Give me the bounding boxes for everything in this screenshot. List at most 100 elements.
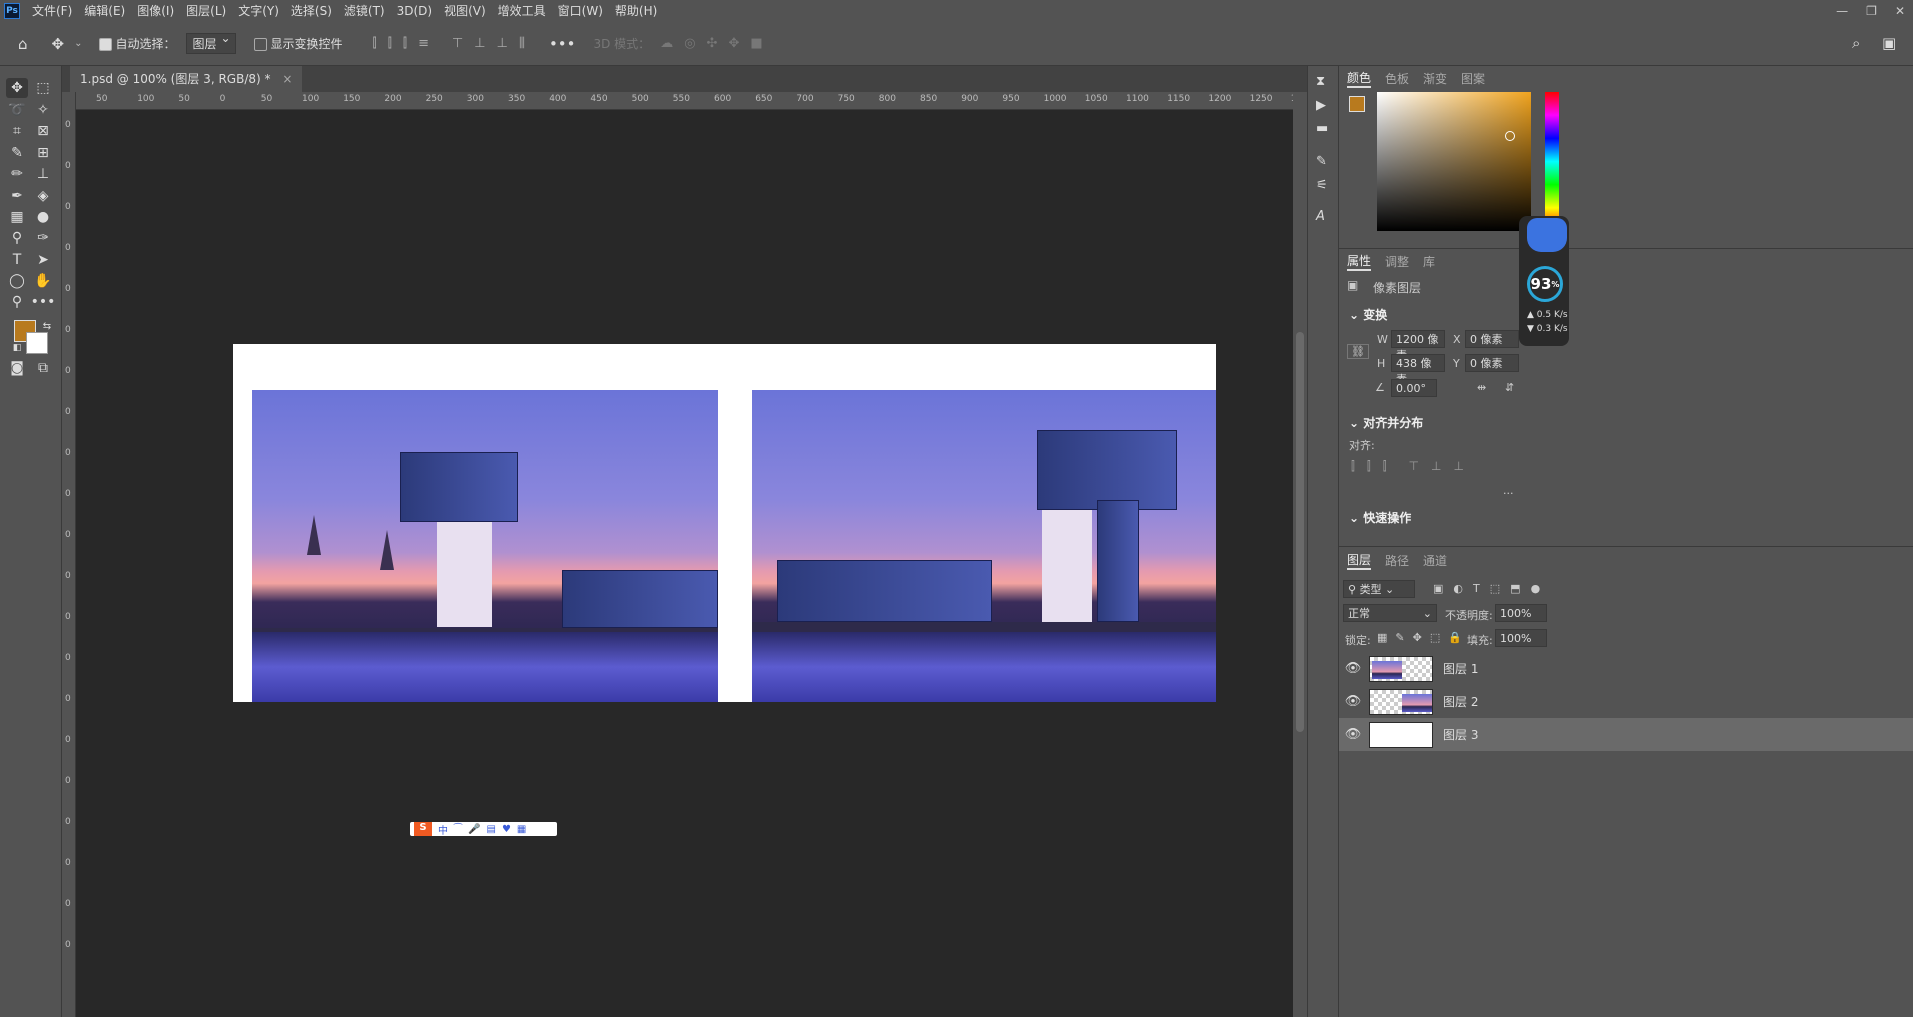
menu-item[interactable]: 滤镜(T) [338,0,391,22]
ime-toolbar[interactable]: S 中 ⁀ 🎤 ▤ ♥ ▦ [410,822,557,837]
tab-paths[interactable]: 路径 [1385,552,1409,569]
align-left-icon[interactable]: ⫿ [1351,459,1355,474]
height-field[interactable]: 438 像素 [1391,354,1445,386]
fill-field[interactable]: 100% [1495,629,1547,647]
x-field[interactable]: 0 像素 [1465,330,1519,348]
tab-properties[interactable]: 属性 [1347,252,1372,271]
crop-tool-icon[interactable]: ⌗ [6,121,28,141]
tool-preset-dropdown[interactable]: ⌄ [74,38,82,49]
ime-mode[interactable]: 中 [438,822,448,837]
eraser-tool-icon[interactable]: ◈ [32,186,54,206]
show-transform-option[interactable]: 显示变换控件 [253,35,343,52]
panel-foreground-swatch[interactable] [1349,96,1365,112]
history-icon[interactable]: ⧗ [1316,74,1325,89]
ime-punct-icon[interactable]: ⁀ [454,824,462,835]
dodge-tool-icon[interactable]: ⚲ [6,228,28,248]
eye-icon[interactable]: 👁 [1341,661,1365,676]
roll-3d-icon[interactable]: ◎ [684,36,695,51]
align-left-icon[interactable]: ⫿ [373,36,377,51]
tab-libraries[interactable]: 库 [1423,253,1435,270]
comments-icon[interactable]: ▬ [1316,121,1328,136]
tab-color[interactable]: 颜色 [1347,69,1372,88]
opacity-field[interactable]: 100% [1495,604,1547,622]
ime-keyboard-icon[interactable]: ▤ [487,824,496,835]
layer-name[interactable]: 图层 2 [1443,693,1478,710]
menu-item[interactable]: 增效工具 [492,0,552,22]
menu-item[interactable]: 帮助(H) [609,0,663,22]
lock-transparent-icon[interactable]: ▦ [1377,631,1387,644]
filter-toggle-icon[interactable]: ● [1531,582,1541,595]
quick-actions-section-title[interactable]: ⌄ 快速操作 [1349,509,1411,526]
more-tools-icon[interactable]: ••• [31,292,56,312]
menu-item[interactable]: 3D(D) [391,0,438,22]
auto-select-checkbox[interactable] [98,38,112,51]
pen-tool-icon[interactable]: ✑ [32,228,54,248]
document-canvas[interactable] [233,344,1216,702]
move-tool-icon[interactable]: ✥ [52,35,65,53]
width-field[interactable]: 1200 像素 [1391,330,1445,362]
blend-mode-dropdown[interactable]: 正常 ⌄ [1343,604,1437,622]
filter-smart-icon[interactable]: ⬒ [1510,582,1520,595]
home-icon[interactable]: ⌂ [18,35,28,53]
align-top-icon[interactable]: ⊤ [452,36,463,51]
tab-gradients[interactable]: 渐变 [1423,70,1447,87]
lock-all-icon[interactable]: 🔒 [1448,631,1462,644]
screen-mode-icon[interactable]: ⧉ [32,358,54,378]
filter-shape-icon[interactable]: ⬚ [1490,582,1500,595]
layer-row[interactable]: 👁 图层 2 [1339,685,1913,718]
more-options-icon[interactable]: ••• [549,35,576,53]
tab-patterns[interactable]: 图案 [1461,70,1485,87]
ime-apps-icon[interactable]: ▦ [517,824,526,835]
glyphs-icon[interactable]: A [1316,209,1325,224]
color-picker-cursor[interactable] [1505,131,1515,141]
align-bottom-icon[interactable]: ⊥ [497,36,508,51]
default-colors-icon[interactable]: ◧ [6,338,28,358]
show-transform-checkbox[interactable] [253,38,267,51]
ellipse-tool-icon[interactable]: ◯ [6,271,28,291]
brush-settings-icon[interactable]: ✎ [1316,154,1327,169]
type-tool-icon[interactable]: T [6,250,28,270]
drag-3d-icon[interactable]: ✣ [707,36,718,51]
lock-artboard-icon[interactable]: ⬚ [1430,631,1440,644]
align-hcenter-icon[interactable]: ⫿ [388,36,392,51]
close-icon[interactable]: ✕ [1895,4,1905,18]
eye-icon[interactable]: 👁 [1341,694,1365,709]
canvas-area[interactable]: S 中 ⁀ 🎤 ▤ ♥ ▦ [76,110,1293,1017]
gradient-tool-icon[interactable]: ▦ [6,207,28,227]
eyedropper-tool-icon[interactable]: ✎ [6,143,28,163]
zoom-tool-icon[interactable]: ⚲ [6,292,28,312]
close-tab-icon[interactable]: × [282,72,292,86]
marquee-tool-icon[interactable]: ⬚ [32,78,54,98]
hand-tool-icon[interactable]: ✋ [32,271,54,291]
layer-row[interactable]: 👁 图层 1 [1339,652,1913,685]
distribute-horizontal-icon[interactable]: ≡ [418,36,429,51]
background-color-swatch[interactable] [26,332,48,354]
layer-name[interactable]: 图层 1 [1443,660,1478,677]
adjust-sliders-icon[interactable]: ⚟ [1316,178,1328,193]
flip-horizontal-icon[interactable]: ⇹ [1477,381,1486,394]
align-right-icon[interactable]: ⫿ [403,36,407,51]
y-field[interactable]: 0 像素 [1465,354,1519,372]
tab-channels[interactable]: 通道 [1423,552,1447,569]
align-hcenter-icon[interactable]: ⫿ [1367,459,1371,474]
actions-play-icon[interactable]: ▶ [1316,98,1326,113]
menu-item[interactable]: 编辑(E) [78,0,131,22]
tab-swatches[interactable]: 色板 [1385,70,1409,87]
filter-pixel-icon[interactable]: ▣ [1433,582,1443,595]
orbit-3d-icon[interactable]: ☁ [660,36,673,51]
quick-mask-icon[interactable]: ◙ [6,358,28,378]
color-picker-field[interactable] [1377,92,1531,231]
menu-item[interactable]: 视图(V) [438,0,492,22]
minimize-icon[interactable]: — [1836,4,1848,18]
align-bottom-icon[interactable]: ⊥ [1453,459,1463,474]
auto-select-target-dropdown[interactable]: 图层 [185,31,236,54]
slide-3d-icon[interactable]: ✥ [728,36,739,51]
layer-name[interactable]: 图层 3 [1443,726,1478,743]
frame-tool-icon[interactable]: ⊠ [32,121,54,141]
vertical-scrollbar[interactable] [1293,92,1307,1017]
eye-icon[interactable]: 👁 [1341,727,1365,742]
filter-adjustment-icon[interactable]: ◐ [1453,582,1463,595]
lock-position-icon[interactable]: ✥ [1413,631,1422,644]
more-align-options[interactable]: ... [1503,484,1514,497]
auto-select-option[interactable]: 自动选择： [98,35,176,52]
